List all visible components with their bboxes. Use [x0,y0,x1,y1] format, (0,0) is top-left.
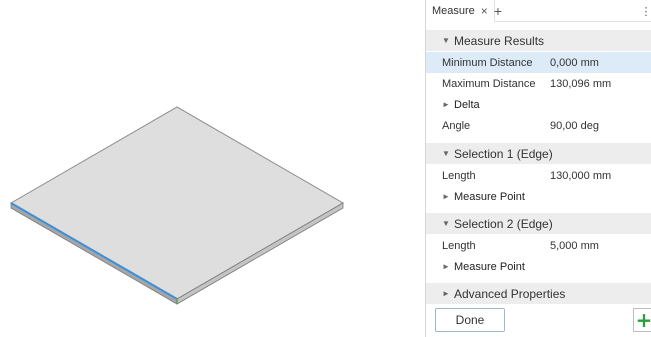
row-selection-2-length[interactable]: Length 5,000 mm [426,235,651,256]
plate-top-face[interactable] [10,106,344,300]
collapsed-triangle-icon: ► [442,262,450,271]
section-selection-2-label: Selection 2 (Edge) [454,216,553,231]
row-angle[interactable]: Angle 90,00 deg [426,115,651,136]
section-measure-results-label: Measure Results [454,33,545,48]
selection-2-length-label: Length [442,239,476,252]
maximum-distance-label: Maximum Distance [442,77,536,90]
collapsed-triangle-icon: ► [442,100,450,109]
selection-2-length-value: 5,000 mm [550,239,599,252]
section-measure-results[interactable]: ▼ Measure Results [426,30,651,51]
section-selection-1-label: Selection 1 (Edge) [454,146,553,161]
row-delta[interactable]: ► Delta [426,94,651,115]
maximum-distance-value: 130,096 mm [550,77,612,90]
plus-icon: + [635,308,651,332]
section-selection-1[interactable]: ▼ Selection 1 (Edge) [426,143,651,164]
collapsed-triangle-icon: ► [442,289,450,298]
tab-measure-label: Measure [432,5,475,17]
selection-1-length-value: 130,000 mm [550,169,612,182]
delta-label: Delta [454,98,480,111]
add-measurement-button[interactable]: + [633,308,651,332]
selection-1-measure-point-label: Measure Point [454,190,525,203]
selection-2-measure-point-label: Measure Point [454,260,525,273]
expanded-triangle-icon: ▼ [442,36,450,45]
minimum-distance-value: 0,000 mm [550,56,599,69]
angle-value: 90,00 deg [550,119,599,132]
selection-1-length-label: Length [442,169,476,182]
minimum-distance-label: Minimum Distance [442,56,533,69]
close-icon[interactable]: × [481,5,488,17]
panel-tab-bar: Measure × + ⋮ [426,0,651,22]
row-selection-1-length[interactable]: Length 130,000 mm [426,165,651,186]
row-maximum-distance[interactable]: Maximum Distance 130,096 mm [426,73,651,94]
tab-measure[interactable]: Measure × [426,0,495,22]
row-minimum-distance[interactable]: Minimum Distance 0,000 mm [426,52,651,73]
section-advanced-properties-label: Advanced Properties [454,286,566,301]
row-selection-2-measure-point[interactable]: ► Measure Point [426,256,651,277]
done-button[interactable]: Done [435,308,505,332]
panel-menu-icon[interactable]: ⋮ [641,0,651,22]
add-tab-icon[interactable]: + [490,0,506,22]
3d-viewport[interactable] [0,0,425,337]
angle-label: Angle [442,119,471,132]
section-advanced-properties[interactable]: ► Advanced Properties [426,283,651,304]
expanded-triangle-icon: ▼ [442,219,450,228]
plate-model[interactable] [0,0,425,337]
measure-panel: Measure × + ⋮ ▼ Measure Results Minimum … [425,0,651,337]
panel-footer: Done + [426,305,651,337]
expanded-triangle-icon: ▼ [442,149,450,158]
collapsed-triangle-icon: ► [442,192,450,201]
row-selection-1-measure-point[interactable]: ► Measure Point [426,186,651,207]
section-selection-2[interactable]: ▼ Selection 2 (Edge) [426,213,651,234]
